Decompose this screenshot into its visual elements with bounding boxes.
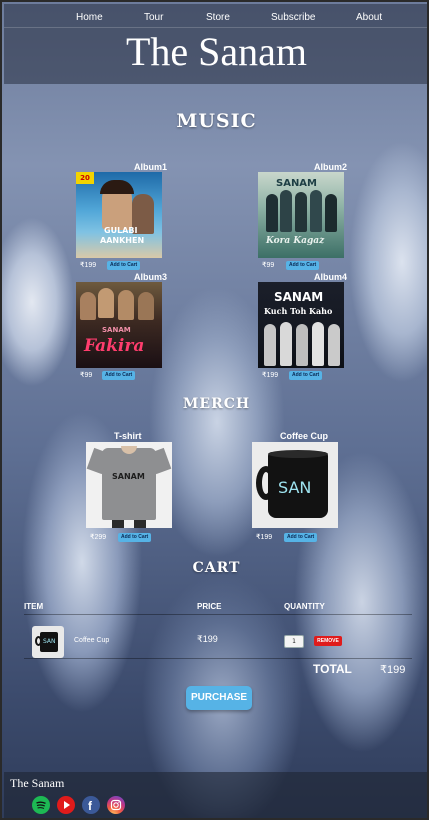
nav-store[interactable]: Store xyxy=(206,12,230,23)
spotify-icon[interactable] xyxy=(32,796,50,814)
nav-about[interactable]: About xyxy=(356,12,382,23)
nav-subscribe[interactable]: Subscribe xyxy=(271,12,315,23)
album-card-1: Album1 20 GULABI AANKHEN ₹199 Add to Car… xyxy=(74,160,184,270)
cover-title-line-2: Fakira xyxy=(84,336,145,356)
album-cover-2[interactable]: SANAM Kora Kagaz xyxy=(258,172,344,258)
merch-heading: MERCH xyxy=(182,396,251,412)
cover-title-line-1: SANAM xyxy=(276,178,318,189)
facebook-icon[interactable]: f xyxy=(82,796,100,814)
column-quantity: QUANTITY xyxy=(284,602,325,611)
tshirt-image[interactable]: SANAM xyxy=(86,442,172,528)
cart-item-thumbnail: SAN xyxy=(32,626,64,658)
album-card-3: Album3 SANAM Fakira ₹99 Add to Cart xyxy=(74,270,184,380)
album-price: ₹99 xyxy=(262,262,275,269)
cup-print: SAN xyxy=(278,478,312,497)
add-to-cart-button[interactable]: Add to Cart xyxy=(286,261,320,270)
add-to-cart-button[interactable]: Add to Cart xyxy=(102,371,136,380)
add-to-cart-button[interactable]: Add to Cart xyxy=(107,261,141,270)
divider xyxy=(24,658,412,659)
add-to-cart-button[interactable]: Add to Cart xyxy=(118,533,152,542)
cover-title-line-2: Kora Kagaz xyxy=(266,236,325,246)
tshirt-print: SANAM xyxy=(112,472,145,481)
svg-text:f: f xyxy=(88,799,93,813)
album-price: ₹199 xyxy=(80,262,97,269)
page-frame: Home Tour Store Subscribe About The Sana… xyxy=(0,0,429,820)
music-heading: MUSIC xyxy=(176,110,257,132)
album-name: Album3 xyxy=(134,272,168,282)
merch-price: ₹199 xyxy=(256,534,273,541)
purchase-button[interactable]: PURCHASE xyxy=(186,686,252,710)
merch-price: ₹299 xyxy=(90,534,107,541)
nav-home[interactable]: Home xyxy=(76,12,103,23)
column-price: PRICE xyxy=(197,602,222,611)
album-name: Album2 xyxy=(314,162,348,172)
remove-button[interactable]: REMOVE xyxy=(314,636,342,646)
divider xyxy=(24,614,412,615)
merch-name: T-shirt xyxy=(114,431,142,441)
site-footer: The Sanam f xyxy=(4,772,427,818)
quantity-input[interactable]: 1 xyxy=(284,635,304,648)
add-to-cart-button[interactable]: Add to Cart xyxy=(284,533,318,542)
album-cover-4[interactable]: SANAM Kuch Toh Kaho xyxy=(258,282,344,368)
cart-item-price: ₹199 xyxy=(197,634,218,644)
album-cover-1[interactable]: 20 GULABI AANKHEN xyxy=(76,172,162,258)
album-name: Album4 xyxy=(314,272,348,282)
site-title: The Sanam xyxy=(125,29,308,74)
cart-item-name: Coffee Cup xyxy=(74,637,110,644)
youtube-icon[interactable] xyxy=(57,796,75,814)
merch-card-coffee-cup: Coffee Cup SAN ₹199 Add to Cart xyxy=(250,430,360,542)
merch-card-tshirt: T-shirt SANAM ₹299 Add to Cart xyxy=(84,430,194,542)
album-card-4: Album4 SANAM Kuch Toh Kaho ₹199 Add to C… xyxy=(256,270,366,380)
album-price: ₹199 xyxy=(262,372,279,379)
top-nav: Home Tour Store Subscribe About xyxy=(4,10,427,28)
footer-title: The Sanam xyxy=(10,776,65,790)
add-to-cart-button[interactable]: Add to Cart xyxy=(289,371,323,380)
column-item: ITEM xyxy=(24,602,44,611)
site-header: Home Tour Store Subscribe About The Sana… xyxy=(4,4,427,84)
cover-title-line-1: SANAM xyxy=(102,326,131,334)
merch-name: Coffee Cup xyxy=(280,431,328,441)
cover-title-line-2: AANKHEN xyxy=(100,236,145,245)
album-cover-3[interactable]: SANAM Fakira xyxy=(76,282,162,368)
cover-title-line-2: Kuch Toh Kaho xyxy=(264,306,333,316)
album-price: ₹99 xyxy=(80,372,93,379)
cover-badge: 20 xyxy=(76,172,94,184)
coffee-cup-image[interactable]: SAN xyxy=(252,442,338,528)
cover-title-line-1: SANAM xyxy=(274,290,324,304)
total-label: TOTAL xyxy=(313,662,352,676)
cart-heading: CART xyxy=(192,560,241,576)
album-name: Album1 xyxy=(134,162,168,172)
album-card-2: Album2 SANAM Kora Kagaz ₹99 Add to Cart xyxy=(256,160,366,270)
total-value: ₹199 xyxy=(380,664,406,676)
cover-title-line-1: GULABI xyxy=(104,226,138,235)
instagram-icon[interactable] xyxy=(107,796,125,814)
nav-tour[interactable]: Tour xyxy=(144,12,163,23)
main-content: MUSIC Album1 20 GULABI AANKHEN ₹199 Add … xyxy=(10,84,423,772)
